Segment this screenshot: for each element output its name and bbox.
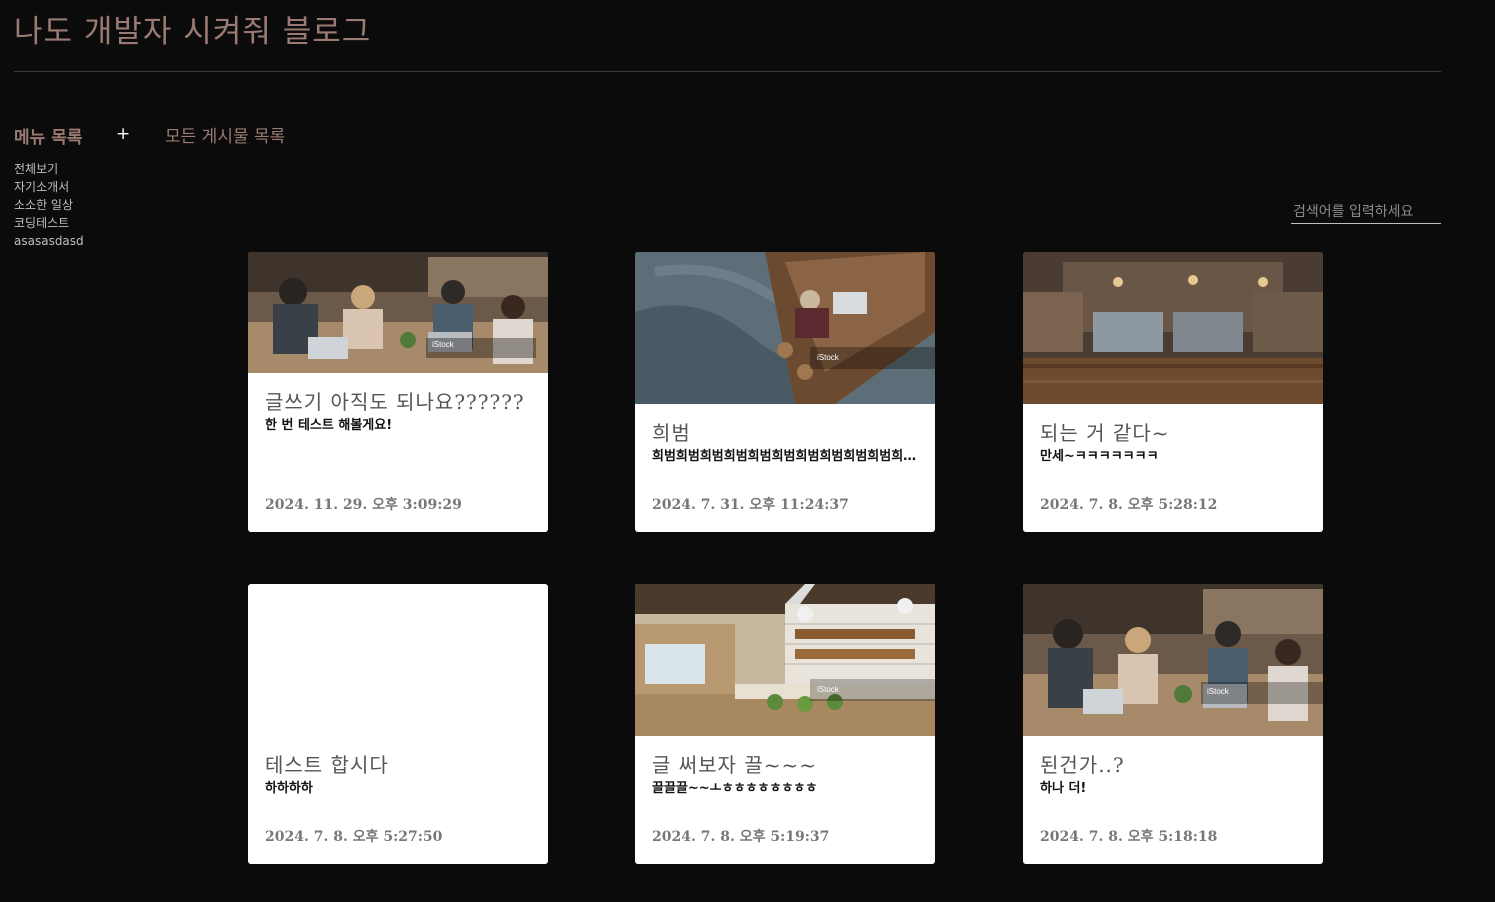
blog-title[interactable]: 나도 개발자 시켜줘 블로그 [14,6,371,51]
post-card[interactable]: iStock 글쓰기 아직도 되나요?????? 한 번 테스트 해볼게요! 2… [248,252,548,532]
post-thumbnail [1023,252,1323,404]
header-divider [14,71,1441,72]
post-thumbnail: iStock [635,584,935,736]
post-thumbnail: iStock [1023,584,1323,736]
post-excerpt: 한 번 테스트 해볼게요! [265,418,393,433]
post-card[interactable]: iStock 된건가..? 하나 더! 2024. 7. 8. 오후 5:18:… [1023,584,1323,864]
post-title[interactable]: 희범 [652,419,918,448]
menu-item-intro[interactable]: 자기소개서 [14,178,84,196]
post-date: 2024. 7. 8. 오후 5:18:18 [1040,829,1218,845]
istock-watermark: iStock [432,340,455,349]
post-excerpt: 만세~ㅋㅋㅋㅋㅋㅋㅋ [1040,449,1159,464]
post-title[interactable]: 글 써보자 끌~~~ [652,751,918,780]
post-excerpt: 하하하하 [265,781,313,796]
menu-item-daily[interactable]: 소소한 일상 [14,196,84,214]
post-thumbnail: iStock [635,252,935,404]
menu-item-all[interactable]: 전체보기 [14,160,84,178]
post-date: 2024. 11. 29. 오후 3:09:29 [265,497,462,513]
post-excerpt: 희범희범희범희범희범희범희범희범희범희범희범희범희범희범희범희범 [652,449,918,464]
post-title[interactable]: 글쓰기 아직도 되나요?????? [265,388,531,417]
post-date: 2024. 7. 8. 오후 5:27:50 [265,829,443,845]
add-menu-button[interactable]: + [116,126,130,143]
menu-item-asasasdasd[interactable]: asasasdasd [14,232,84,250]
menu-item-coding-test[interactable]: 코딩테스트 [14,214,84,232]
menu-list: 전체보기 자기소개서 소소한 일상 코딩테스트 asasasdasd [14,160,84,250]
istock-watermark: iStock [817,685,840,694]
post-date: 2024. 7. 8. 오후 5:19:37 [652,829,830,845]
post-title[interactable]: 된건가..? [1040,751,1306,780]
post-card[interactable]: iStock 글 써보자 끌~~~ 끌끌끌~~ㅗㅎㅎㅎㅎㅎㅎㅎㅎ 2024. 7… [635,584,935,864]
search-input[interactable] [1291,200,1441,224]
post-thumbnail: iStock [248,252,548,373]
post-title[interactable]: 되는 거 같다~ [1040,419,1306,448]
post-date: 2024. 7. 8. 오후 5:28:12 [1040,497,1218,513]
post-date: 2024. 7. 31. 오후 11:24:37 [652,497,849,513]
post-card[interactable]: 되는 거 같다~ 만세~ㅋㅋㅋㅋㅋㅋㅋ 2024. 7. 8. 오후 5:28:… [1023,252,1323,532]
menu-title: 메뉴 목록 [14,128,83,148]
istock-watermark: iStock [1207,687,1230,696]
post-excerpt: 하나 더! [1040,781,1087,796]
post-card[interactable]: iStock 희범 희범희범희범희범희범희범희범희범희범희범희범희범희범희범희범… [635,252,935,532]
istock-watermark: iStock [817,353,840,362]
all-posts-title: 모든 게시물 목록 [165,127,286,147]
post-card[interactable]: 테스트 합시다 하하하하 2024. 7. 8. 오후 5:27:50 [248,584,548,864]
post-excerpt: 끌끌끌~~ㅗㅎㅎㅎㅎㅎㅎㅎㅎ [652,781,818,796]
post-title[interactable]: 테스트 합시다 [265,751,531,780]
